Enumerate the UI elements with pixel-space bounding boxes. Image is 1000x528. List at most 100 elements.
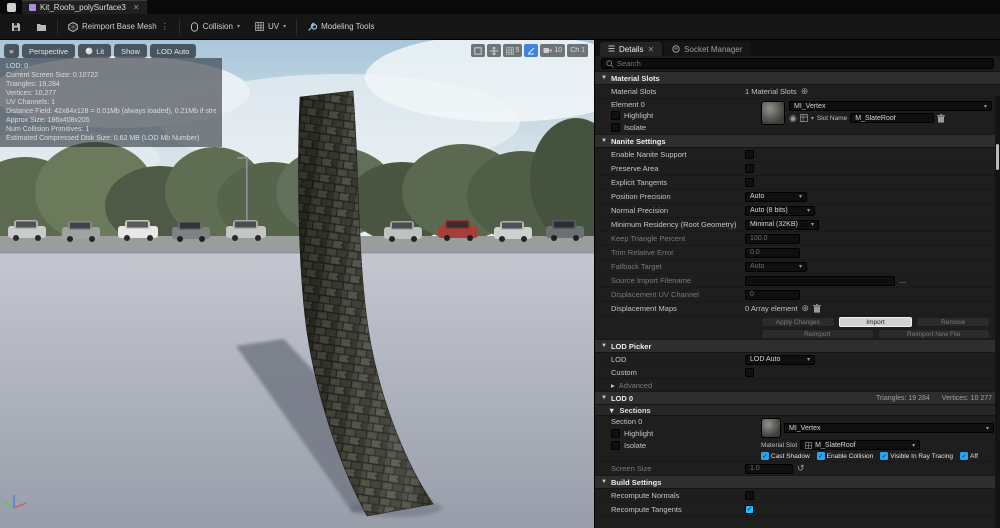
reimport-button[interactable]: Reimport <box>761 329 874 339</box>
asset-tab[interactable]: Kit_Roofs_polySurface3 ✕ <box>22 0 147 14</box>
category-lod0-label: LOD 0 <box>611 394 633 403</box>
import-button[interactable]: Import <box>839 317 913 327</box>
browse-asset-icon[interactable] <box>800 114 808 122</box>
translate-snap-button[interactable] <box>487 44 501 57</box>
enable-nanite-checkbox[interactable]: ✓ <box>745 150 754 159</box>
slot-name-field[interactable] <box>850 113 934 123</box>
camera-speed-value: 10 <box>554 47 562 54</box>
highlight-checkbox[interactable]: ✓ <box>611 111 620 120</box>
category-nanite-settings[interactable]: ▼ Nanite Settings <box>595 135 1000 148</box>
3d-viewport[interactable]: ≡ Perspective Lit Show LOD Auto 5 <box>0 40 594 528</box>
collision-menu-button[interactable]: Collision ▾ <box>185 18 245 36</box>
collision-menu-label: Collision <box>203 22 233 31</box>
check-icon: ✓ <box>960 452 968 460</box>
browse-to-asset-button[interactable] <box>31 18 52 36</box>
custom-checkbox[interactable]: ✓ <box>745 368 754 377</box>
lit-label: Lit <box>96 47 104 56</box>
browse-file-button[interactable]: ... <box>899 276 907 285</box>
category-material-slots[interactable]: ▼ Material Slots <box>595 72 1000 85</box>
static-mesh-editor-window: Kit_Roofs_polySurface3 ✕ Reimport Base M… <box>0 0 1000 528</box>
search-box[interactable] <box>601 58 994 69</box>
chevron-down-icon: ▾ <box>807 207 810 214</box>
lod-select[interactable]: LOD Auto▾ <box>745 355 815 365</box>
rotation-snap-button[interactable] <box>524 44 538 57</box>
category-lod-picker-label: LOD Picker <box>611 342 651 351</box>
perspective-button[interactable]: Perspective <box>22 44 75 58</box>
material-slot-select[interactable]: M_SlateRoof ▾ <box>800 440 920 450</box>
chevron-down-icon: ▼ <box>601 479 607 485</box>
reimport-base-mesh-button[interactable]: Reimport Base Mesh ⋮ <box>63 18 174 36</box>
clear-displacement-maps-icon[interactable] <box>813 304 821 313</box>
panel-scrollbar[interactable] <box>995 96 1000 528</box>
trim-relative-error-field[interactable]: 0.0 <box>745 248 800 258</box>
apply-changes-button[interactable]: Apply Changes <box>761 317 835 327</box>
grid-snap-button[interactable]: 5 <box>503 44 523 57</box>
wrench-icon <box>307 22 317 32</box>
view-mode-button[interactable]: Lit <box>78 44 111 58</box>
close-icon[interactable]: ✕ <box>647 45 654 54</box>
slot-name-input[interactable] <box>855 115 929 122</box>
reset-icon[interactable]: ↺ <box>797 464 805 473</box>
section-material-select[interactable]: MI_Vertex ▾ <box>784 423 994 433</box>
use-selected-asset-icon[interactable]: ◉ <box>789 114 797 123</box>
scrollbar-thumb[interactable] <box>996 144 999 170</box>
section-material-thumbnail[interactable] <box>761 418 781 438</box>
displacement-maps-label: Displacement Maps <box>595 304 745 313</box>
maximize-viewport-button[interactable] <box>471 44 485 57</box>
position-precision-select[interactable]: Auto▾ <box>745 192 807 202</box>
normal-precision-select[interactable]: Auto (8 bits)▾ <box>745 206 815 216</box>
uv-menu-button[interactable]: UV ▾ <box>250 18 291 36</box>
remove-button[interactable]: Remove <box>916 317 990 327</box>
fallback-target-select[interactable]: Auto▾ <box>745 262 807 272</box>
viewport-options-button[interactable]: ≡ <box>4 44 19 58</box>
section0-block: Section 0 ✓Highlight ✓Isolate MI_Vertex … <box>595 416 1000 462</box>
tab-details[interactable]: Details ✕ <box>600 42 662 56</box>
preserve-area-checkbox[interactable]: ✓ <box>745 164 754 173</box>
min-residency-select[interactable]: Minimal (32KB)▾ <box>745 220 819 230</box>
visible-in-ray-tracing-checkbox[interactable]: ✓Visible In Ray Tracing <box>880 452 953 460</box>
recompute-normals-checkbox[interactable]: ✓ <box>745 491 754 500</box>
camera-speed-button[interactable]: 10 <box>540 44 565 57</box>
tab-socket-manager[interactable]: Socket Manager <box>664 42 750 56</box>
modeling-tools-label: Modeling Tools <box>321 22 374 31</box>
chevron-down-icon: ▼ <box>601 138 607 144</box>
add-material-slot-icon[interactable]: ⊕ <box>801 87 809 96</box>
lod-auto-button[interactable]: LOD Auto <box>150 44 197 58</box>
isolate-checkbox[interactable]: ✓ <box>611 123 620 132</box>
affect-checkbox[interactable]: ✓Aff <box>960 452 978 460</box>
source-import-filename-field[interactable] <box>745 276 895 286</box>
material-thumbnail[interactable] <box>761 101 785 125</box>
collision-capsule-icon <box>190 22 199 32</box>
kebab-menu-icon[interactable]: ⋮ <box>161 22 169 31</box>
keep-triangle-percent-field[interactable]: 100.0 <box>745 234 800 244</box>
enable-nanite-label: Enable Nanite Support <box>595 150 745 159</box>
trim-relative-error-label: Trim Relative Error <box>595 248 745 257</box>
advanced-expander[interactable]: Advanced <box>619 381 652 390</box>
recompute-tangents-checkbox[interactable]: ✓ <box>745 505 754 514</box>
cast-shadow-checkbox[interactable]: ✓Cast Shadow <box>761 452 810 460</box>
category-lod-picker[interactable]: ▼ LOD Picker <box>595 340 1000 353</box>
screen-size-field[interactable]: 1.0 <box>745 464 793 474</box>
save-button[interactable] <box>6 18 26 36</box>
explicit-tangents-checkbox[interactable]: ✓ <box>745 178 754 187</box>
material-select[interactable]: MI_Vertex ▾ <box>789 101 992 111</box>
add-displacement-map-icon[interactable]: ⊕ <box>802 304 810 313</box>
asset-options-icon[interactable]: ▾ <box>811 115 814 122</box>
category-build-settings[interactable]: ▼ Build Settings <box>595 476 1000 489</box>
category-lod0[interactable]: ▼ LOD 0 Triangles: 19 284 Vertices: 10 2… <box>595 392 1000 405</box>
displacement-uv-channel-field[interactable]: 0 <box>745 290 800 300</box>
channel-button[interactable]: Ch 1 <box>567 44 588 57</box>
search-input[interactable] <box>617 59 989 68</box>
reimport-new-file-button[interactable]: Reimport New File <box>878 329 991 339</box>
enable-collision-checkbox[interactable]: ✓Enable Collision <box>817 452 874 460</box>
lod-label: LOD <box>595 355 745 364</box>
show-menu-button[interactable]: Show <box>114 44 147 58</box>
section-highlight-checkbox[interactable]: ✓ <box>611 429 620 438</box>
section-isolate-checkbox[interactable]: ✓ <box>611 441 620 450</box>
close-tab-icon[interactable]: ✕ <box>133 3 140 12</box>
sections-expander[interactable]: ▼ Sections <box>595 405 1000 416</box>
delete-slot-icon[interactable] <box>937 114 945 123</box>
highlight-label: Highlight <box>624 111 653 120</box>
modeling-tools-button[interactable]: Modeling Tools <box>302 18 379 36</box>
unreal-logo[interactable] <box>0 0 22 14</box>
